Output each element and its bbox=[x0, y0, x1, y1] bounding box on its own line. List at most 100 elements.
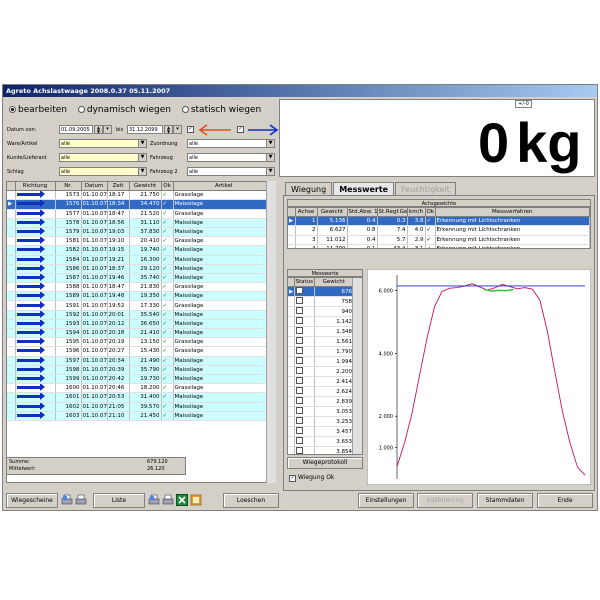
table-row[interactable]: 1.790 bbox=[288, 346, 354, 358]
printer-preview-icon[interactable] bbox=[148, 494, 160, 506]
table-row[interactable]: 758 bbox=[288, 296, 354, 308]
status-checkbox[interactable] bbox=[295, 297, 303, 305]
schlag-select[interactable]: alle ▼ bbox=[59, 167, 147, 176]
status-checkbox[interactable] bbox=[295, 337, 303, 345]
table-row[interactable]: 1581 01.10.07 19:10 20.410 ✓ Grassilage bbox=[7, 236, 275, 247]
chevron-down-icon[interactable]: ▼ bbox=[138, 154, 146, 161]
table-row[interactable]: 1599 01.10.07 20:42 19.730 ✓ Maissilage bbox=[7, 374, 275, 385]
wiegescheine-button[interactable]: Wiegescheine bbox=[6, 493, 58, 508]
table-row[interactable]: 1588 01.10.07 18:47 21.830 ✓ Grassilage bbox=[7, 282, 275, 293]
col-ok[interactable]: Ok bbox=[161, 182, 174, 192]
table-row[interactable]: 1586 01.10.07 18:37 29.120 ✓ Maissilage bbox=[7, 264, 275, 274]
table-row[interactable]: 3.457 bbox=[288, 426, 354, 438]
stammdaten-button[interactable]: Stammdaten bbox=[477, 493, 533, 508]
col-messverfahren[interactable]: Messverfahren bbox=[435, 208, 590, 218]
datum-from-spinner[interactable]: ▲ ▼ bbox=[94, 125, 103, 134]
col-st-regf[interactable]: St.Regf.Gef bbox=[377, 208, 408, 218]
status-cell[interactable] bbox=[294, 346, 315, 358]
printer-icon[interactable] bbox=[162, 494, 174, 506]
status-cell[interactable] bbox=[294, 446, 315, 454]
fahrzeug-select[interactable]: alle ▼ bbox=[187, 153, 275, 162]
status-cell[interactable] bbox=[294, 306, 315, 318]
table-row[interactable]: 2.200 bbox=[288, 366, 354, 378]
col-nr[interactable]: Nr. bbox=[55, 182, 82, 192]
direction-out-checkbox[interactable]: ✓ bbox=[187, 126, 194, 133]
datum-to-field[interactable]: 31.12.2099 bbox=[127, 125, 163, 134]
status-cell[interactable] bbox=[294, 426, 315, 438]
table-row[interactable]: ▶ 676 bbox=[288, 286, 354, 298]
datum-from-field[interactable]: 01.09.2005 bbox=[59, 125, 93, 134]
table-row[interactable]: 1602 01.10.07 21:05 39.570 ✓ Maissilage bbox=[7, 402, 275, 412]
ende-button[interactable]: Ende bbox=[537, 493, 593, 508]
tab-wiegung[interactable]: Wiegung bbox=[285, 182, 333, 196]
einstellungen-button[interactable]: Einstellungen bbox=[358, 493, 414, 508]
table-row[interactable]: 1598 01.10.07 20:39 35.790 ✓ Maissilage bbox=[7, 365, 275, 375]
kunde-select[interactable]: alle ▼ bbox=[59, 153, 147, 162]
table-row[interactable]: 1589 01.10.07 19:48 19.350 ✓ Maissilage bbox=[7, 291, 275, 302]
calendar-icon[interactable]: ▾ bbox=[103, 125, 112, 134]
status-checkbox[interactable] bbox=[295, 367, 303, 375]
table-row[interactable]: 1.561 bbox=[288, 336, 354, 348]
table-row[interactable]: 1601 01.10.07 20:53 31.400 ✓ Maissilage bbox=[7, 392, 275, 403]
table-row[interactable]: 1578 01.10.07 18:56 31.110 ✓ Maissilage bbox=[7, 218, 275, 228]
table-row[interactable]: 3.053 bbox=[288, 406, 354, 418]
status-cell[interactable] bbox=[294, 366, 315, 378]
status-cell[interactable] bbox=[294, 436, 315, 448]
status-checkbox[interactable] bbox=[295, 417, 303, 425]
table-row[interactable]: 1587 01.10.07 19:46 35.740 ✓ Maissilage bbox=[7, 273, 275, 284]
col-ok[interactable]: Ok bbox=[425, 208, 436, 218]
status-checkbox[interactable] bbox=[295, 287, 303, 295]
status-cell[interactable] bbox=[294, 296, 315, 308]
excel-icon[interactable] bbox=[176, 494, 188, 506]
table-row[interactable]: 1573 01.10.07 18:17 21.750 ✓ Grassilage bbox=[7, 190, 275, 201]
status-cell[interactable] bbox=[294, 336, 315, 348]
mode-bearbeiten[interactable]: bearbeiten bbox=[9, 105, 75, 115]
status-cell[interactable] bbox=[294, 326, 315, 338]
measurements-scrollbar[interactable] bbox=[352, 278, 362, 454]
table-row[interactable]: 1582 01.10.07 19:15 19.740 ✓ Maissilage bbox=[7, 245, 275, 256]
status-cell[interactable] bbox=[294, 376, 315, 388]
tab-messwerte[interactable]: Messwerte bbox=[333, 182, 395, 196]
col-gewicht[interactable]: Gewicht bbox=[317, 208, 348, 218]
table-row[interactable]: 3.854 bbox=[288, 446, 354, 454]
status-checkbox[interactable] bbox=[295, 407, 303, 415]
loeschen-button[interactable]: Loeschen bbox=[223, 493, 279, 508]
printer-preview-icon[interactable] bbox=[61, 494, 73, 506]
table-row[interactable]: 1593 01.10.07 20:12 36.650 ✓ Maissilage bbox=[7, 319, 275, 330]
weighings-scrollbar[interactable] bbox=[266, 181, 276, 483]
chevron-down-icon[interactable]: ▼ bbox=[138, 140, 146, 147]
status-cell[interactable] bbox=[294, 396, 315, 408]
printer-icon[interactable] bbox=[75, 494, 87, 506]
table-row[interactable]: ▶ 1 5.136 0.4 0.3 3.8 ✓ Erkennung mit Lichtschr… bbox=[288, 216, 590, 227]
chevron-down-icon[interactable]: ▼ bbox=[266, 154, 274, 161]
table-row[interactable]: 1.142 bbox=[288, 316, 354, 328]
datum-to-spinner[interactable]: ▲ ▼ bbox=[164, 125, 173, 134]
table-row[interactable]: 2.839 bbox=[288, 396, 354, 408]
status-checkbox[interactable] bbox=[295, 447, 303, 454]
table-row[interactable]: 1591 01.10.07 19:52 17.330 ✓ Grassilage bbox=[7, 300, 275, 311]
col-status[interactable]: Status bbox=[294, 278, 315, 288]
table-row[interactable]: 1597 01.10.07 20:34 21.490 ✓ Maissilage bbox=[7, 356, 275, 366]
table-row[interactable]: 3 11.012 0.4 5.7 2.9 ✓ Erkennung mit Lichtschr… bbox=[288, 235, 590, 245]
table-row[interactable]: 1596 01.10.07 20:27 15.430 ✓ Grassilage bbox=[7, 346, 275, 357]
status-checkbox[interactable] bbox=[295, 437, 303, 445]
calendar-icon[interactable]: ▾ bbox=[173, 125, 182, 134]
mode-statisch[interactable]: statisch wiegen bbox=[181, 105, 269, 115]
table-row[interactable]: 3.253 bbox=[288, 416, 354, 428]
table-row[interactable]: 940 bbox=[288, 306, 354, 318]
status-cell[interactable] bbox=[294, 416, 315, 428]
table-row[interactable]: 1594 01.10.07 20:18 21.410 ✓ Maissilage bbox=[7, 328, 275, 339]
table-row[interactable]: 1.994 bbox=[288, 356, 354, 368]
table-row[interactable]: 1595 01.10.07 20:19 13.150 ✓ Grassilage bbox=[7, 337, 275, 348]
status-checkbox[interactable] bbox=[295, 307, 303, 315]
status-checkbox[interactable] bbox=[295, 347, 303, 355]
col-richtung[interactable]: Richtung bbox=[15, 182, 56, 192]
table-row[interactable]: 1.348 bbox=[288, 326, 354, 338]
status-cell[interactable] bbox=[294, 356, 315, 368]
table-row[interactable]: 1592 01.10.07 20:01 35.540 ✓ Maissilage bbox=[7, 310, 275, 320]
fahrzeug2-select[interactable]: alle ▼ bbox=[187, 167, 275, 176]
table-row[interactable]: 1577 01.10.07 18:47 21.520 ✓ Grassilage bbox=[7, 209, 275, 219]
status-cell[interactable] bbox=[294, 316, 315, 328]
status-cell[interactable] bbox=[294, 286, 315, 298]
status-checkbox[interactable] bbox=[295, 427, 303, 435]
